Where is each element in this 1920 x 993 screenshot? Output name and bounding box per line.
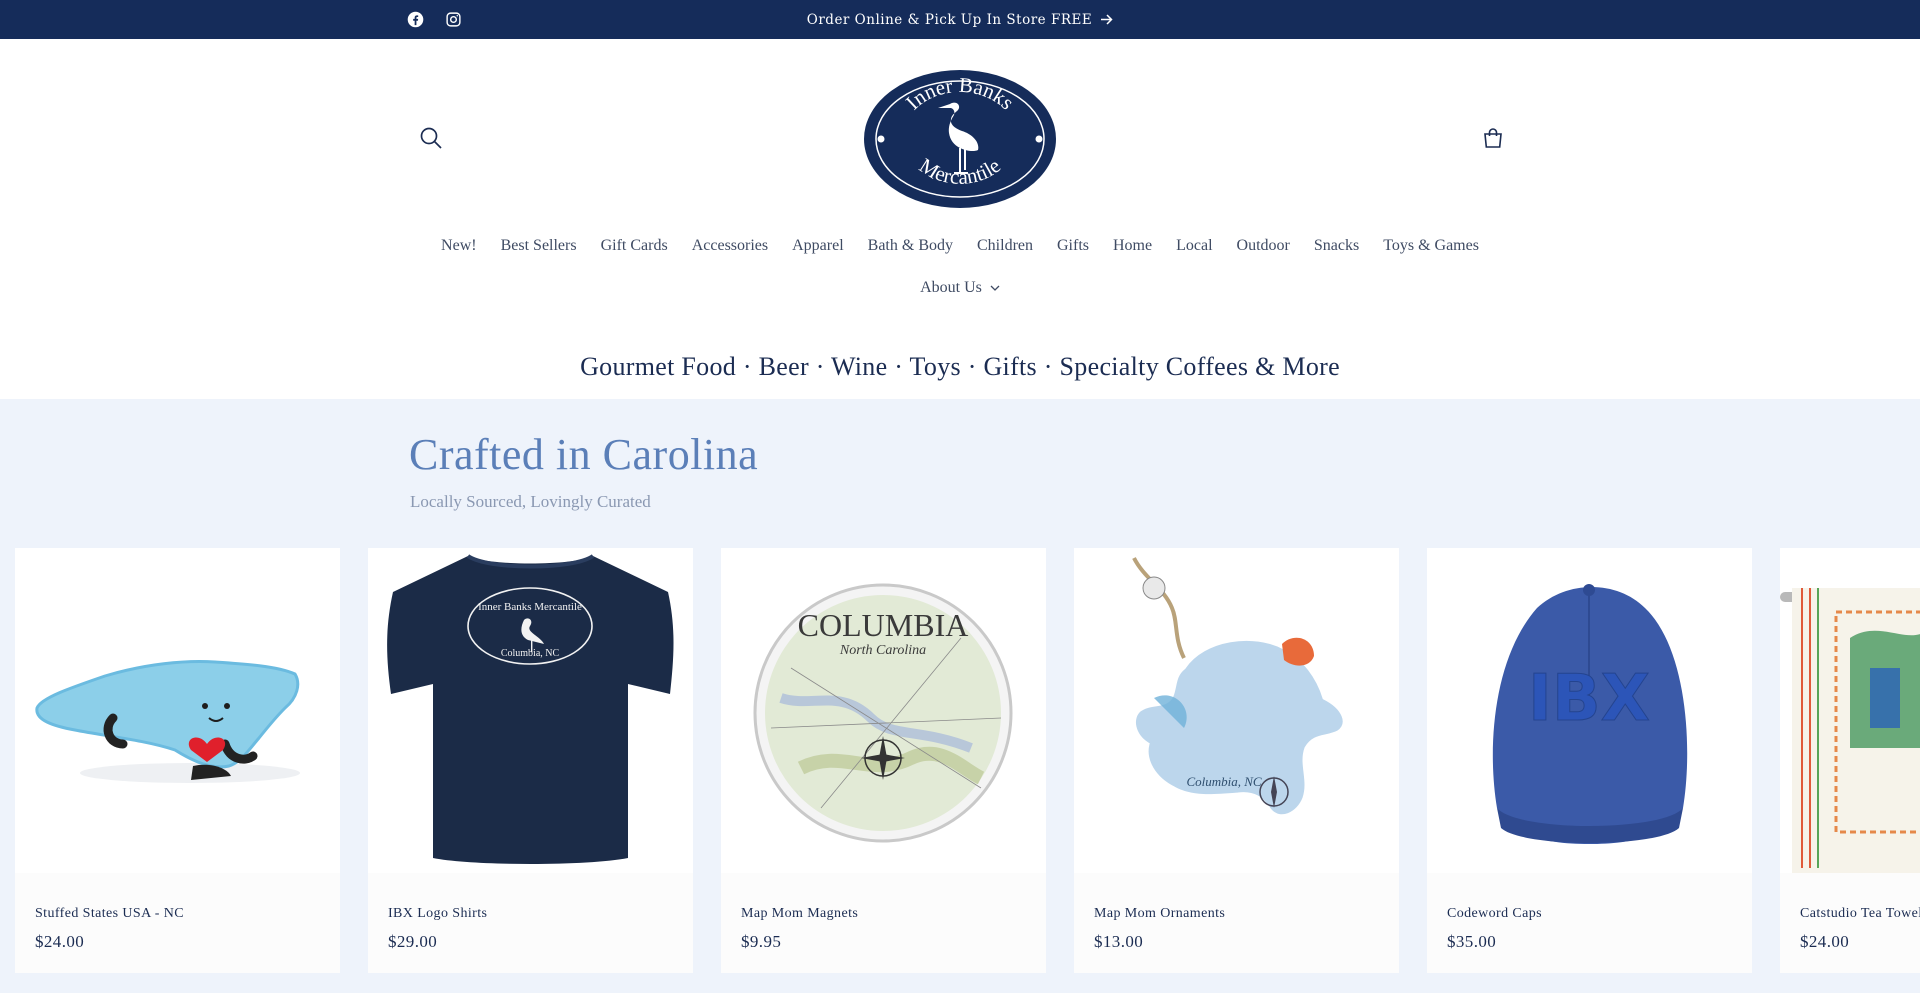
nav-item-best-sellers[interactable]: Best Sellers (489, 237, 589, 255)
arrow-right-icon (1100, 14, 1113, 25)
nav-item-gifts[interactable]: Gifts (1045, 237, 1101, 255)
nav-item-about-us-label: About Us (920, 279, 982, 296)
search-icon (420, 127, 442, 149)
product-image: Inner Banks Mercantile Columbia, NC (368, 548, 693, 873)
heron-logo: Inner Banks Mercantile (864, 70, 1056, 208)
announcement-text: Order Online & Pick Up In Store FREE (806, 11, 1093, 28)
announcement-bar: Order Online & Pick Up In Store FREE (0, 0, 1920, 39)
chevron-down-icon (990, 285, 1000, 291)
collection-subtitle: Locally Sourced, Lovingly Curated (410, 492, 651, 511)
ornament-print: Columbia, NC (1186, 774, 1261, 789)
product-card[interactable]: Catstudio Tea Towel $24.00 (1780, 548, 1920, 973)
nav-item-snacks[interactable]: Snacks (1302, 237, 1371, 255)
product-card[interactable]: Inner Banks Mercantile Columbia, NC IBX … (368, 548, 693, 973)
nav-item-outdoor[interactable]: Outdoor (1225, 237, 1302, 255)
main-navigation: New! Best Sellers Gift Cards Accessories… (0, 237, 1920, 255)
product-name: Catstudio Tea Towel (1800, 906, 1920, 921)
product-card[interactable]: Stuffed States USA - NC $24.00 (15, 548, 340, 973)
product-image (1780, 548, 1920, 873)
product-info: Stuffed States USA - NC $24.00 (15, 873, 340, 973)
product-image (15, 548, 340, 873)
cap-print: IBX (1528, 662, 1650, 736)
store-tagline: Gourmet Food · Beer · Wine · Toys · Gift… (580, 352, 1340, 381)
magnet-print-subtitle: North Carolina (839, 643, 926, 658)
product-info: IBX Logo Shirts $29.00 (368, 873, 693, 973)
product-card[interactable]: COLUMBIA North Carolina Map Mom Magnets … (721, 548, 1046, 973)
nav-item-children[interactable]: Children (965, 237, 1045, 255)
nav-item-new[interactable]: New! (429, 237, 489, 255)
main-navigation-row2: About Us (0, 279, 1920, 297)
shirt-print-bottom: Columbia, NC (501, 648, 560, 659)
product-price: $29.00 (388, 932, 438, 951)
magnet-print-title: COLUMBIA (798, 607, 969, 643)
product-info: Map Mom Magnets $9.95 (721, 873, 1046, 973)
nav-item-accessories[interactable]: Accessories (680, 237, 780, 255)
shirt-print-top: Inner Banks Mercantile (478, 601, 582, 613)
product-name: Map Mom Ornaments (1094, 906, 1226, 921)
collection-title: Crafted in Carolina (409, 430, 759, 479)
product-name: IBX Logo Shirts (388, 906, 488, 921)
product-image: IBX (1427, 548, 1752, 873)
site-logo[interactable]: Inner Banks Mercantile (862, 68, 1058, 210)
cart-icon (1484, 128, 1502, 148)
product-image: COLUMBIA North Carolina (721, 548, 1046, 873)
nav-item-home[interactable]: Home (1101, 237, 1164, 255)
product-name: Stuffed States USA - NC (35, 906, 184, 921)
announcement-message[interactable]: Order Online & Pick Up In Store FREE (0, 0, 1920, 39)
product-card[interactable]: Columbia, NC Map Mom Ornaments $13.00 (1074, 548, 1399, 973)
product-info: Catstudio Tea Towel $24.00 (1780, 873, 1920, 973)
cart-button[interactable] (1480, 125, 1506, 151)
product-price: $9.95 (741, 932, 782, 951)
product-name: Codeword Caps (1447, 906, 1543, 921)
nav-item-bath-body[interactable]: Bath & Body (856, 237, 965, 255)
site-header: Inner Banks Mercantile New! Best Sellers… (0, 39, 1920, 399)
featured-collection: Crafted in Carolina Locally Sourced, Lov… (0, 399, 1920, 993)
nav-item-apparel[interactable]: Apparel (780, 237, 856, 255)
product-price: $35.00 (1447, 932, 1497, 951)
product-info: Codeword Caps $35.00 (1427, 873, 1752, 973)
nav-item-toys-games[interactable]: Toys & Games (1371, 237, 1491, 255)
nav-item-gift-cards[interactable]: Gift Cards (589, 237, 680, 255)
product-info: Map Mom Ornaments $13.00 (1074, 873, 1399, 973)
product-price: $24.00 (35, 932, 85, 951)
product-image: Columbia, NC (1074, 548, 1399, 873)
product-name: Map Mom Magnets (741, 906, 859, 921)
nav-item-about-us[interactable]: About Us (908, 279, 1012, 297)
nav-item-local[interactable]: Local (1164, 237, 1224, 255)
search-button[interactable] (418, 125, 444, 151)
product-price: $13.00 (1094, 932, 1144, 951)
product-price: $24.00 (1800, 932, 1850, 951)
product-card[interactable]: IBX Codeword Caps $35.00 (1427, 548, 1752, 973)
